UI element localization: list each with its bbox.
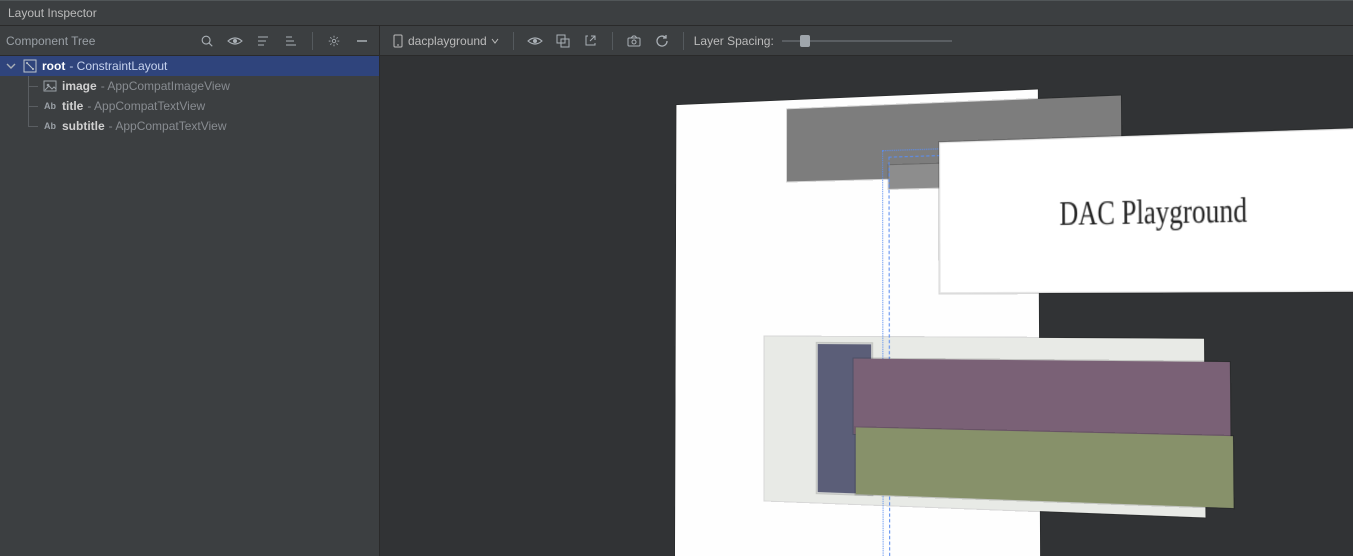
snapshot-icon[interactable]: [623, 30, 645, 52]
component-tree[interactable]: root - ConstraintLayout image - AppCompa…: [0, 56, 379, 556]
tree-guide: [20, 96, 38, 116]
layout-viewer-panel: dacplayground: [380, 26, 1353, 556]
layer-title[interactable]: DAC Playground: [939, 127, 1353, 293]
process-selector[interactable]: dacplayground: [388, 30, 503, 52]
tree-node-type: - AppCompatImageView: [101, 79, 230, 93]
viewer-toolbar: dacplayground: [380, 26, 1353, 56]
layout-icon: [22, 58, 38, 74]
tree-node-root[interactable]: root - ConstraintLayout: [0, 56, 379, 76]
tree-node-name: image: [62, 79, 97, 93]
tree-node-subtitle[interactable]: Ab subtitle - AppCompatTextView: [0, 116, 379, 136]
chevron-down-icon[interactable]: [6, 61, 18, 71]
layer-image-stripe-2[interactable]: [856, 427, 1234, 508]
component-tree-header: Component Tree: [0, 26, 379, 56]
separator: [612, 32, 613, 50]
device-icon: [392, 34, 404, 48]
layer-spacing-label: Layer Spacing:: [694, 34, 774, 48]
eye-icon[interactable]: [224, 30, 246, 52]
layer-spacing-slider[interactable]: [782, 34, 952, 48]
tree-node-type: - AppCompatTextView: [109, 119, 227, 133]
search-icon[interactable]: [196, 30, 218, 52]
expand-all-icon[interactable]: [280, 30, 302, 52]
overlay-icon[interactable]: [552, 30, 574, 52]
tree-node-image[interactable]: image - AppCompatImageView: [0, 76, 379, 96]
refresh-icon[interactable]: [651, 30, 673, 52]
component-tree-title: Component Tree: [6, 34, 190, 48]
tree-node-name: root: [42, 59, 65, 73]
separator: [513, 32, 514, 50]
slider-thumb[interactable]: [800, 35, 810, 47]
popout-icon[interactable]: [580, 30, 602, 52]
layer-spacing-control: Layer Spacing:: [694, 34, 952, 48]
eye-icon[interactable]: [524, 30, 546, 52]
image-icon: [42, 78, 58, 94]
tree-node-type: - AppCompatTextView: [87, 99, 205, 113]
process-name: dacplayground: [408, 34, 487, 48]
gear-icon[interactable]: [323, 30, 345, 52]
window-title: Layout Inspector: [8, 6, 97, 20]
tree-node-title[interactable]: Ab title - AppCompatTextView: [0, 96, 379, 116]
minimize-icon[interactable]: [351, 30, 373, 52]
tree-node-name: subtitle: [62, 119, 105, 133]
rendered-title-text: DAC Playground: [1060, 192, 1248, 234]
tree-guide: [20, 116, 38, 136]
separator: [683, 32, 684, 50]
collapse-all-icon[interactable]: [252, 30, 274, 52]
text-ab-icon: Ab: [42, 118, 58, 134]
window-title-bar: Layout Inspector: [0, 0, 1353, 26]
tree-node-name: title: [62, 99, 83, 113]
separator: [312, 32, 313, 50]
layout-3d-canvas[interactable]: DAC Playground: [380, 56, 1353, 556]
text-ab-icon: Ab: [42, 98, 58, 114]
tree-node-type: - ConstraintLayout: [69, 59, 167, 73]
tree-guide: [20, 76, 38, 96]
chevron-down-icon: [491, 37, 499, 45]
component-tree-panel: Component Tree: [0, 26, 380, 556]
